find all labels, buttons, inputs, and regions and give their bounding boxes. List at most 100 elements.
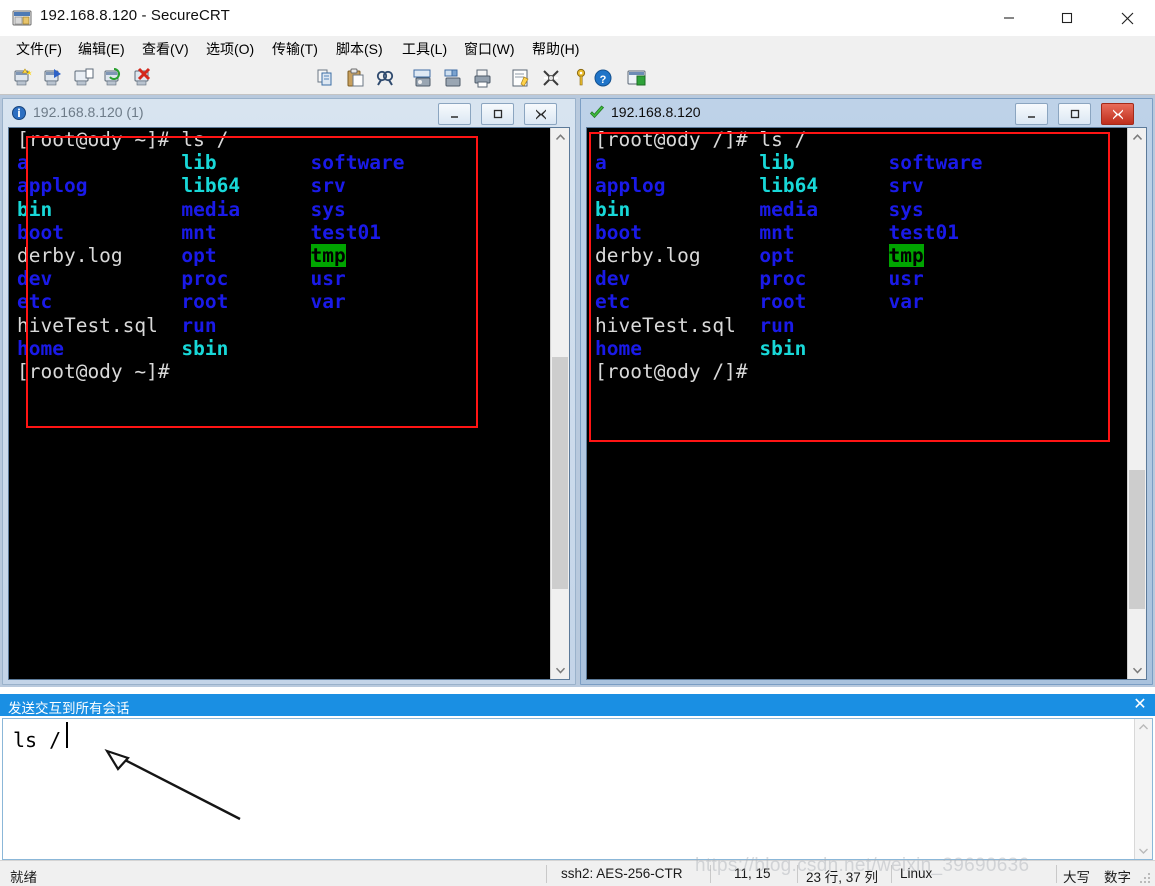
copy-icon[interactable]: [314, 67, 338, 90]
terminal-panel-left[interactable]: 192.168.8.120 (1) [root@ody ~]# ls / a l…: [0, 95, 578, 687]
panel-restore-button-left[interactable]: [481, 103, 514, 125]
panel-minimize-button-left[interactable]: [438, 103, 471, 125]
terminal-token: root: [181, 290, 229, 314]
menu-options[interactable]: 选项(O): [202, 39, 258, 60]
disconnect-icon[interactable]: [132, 67, 156, 90]
clone-session-icon[interactable]: [72, 67, 96, 90]
terminal-line: home sbin: [17, 337, 404, 360]
terminal-token: software: [310, 151, 405, 175]
terminal-scrollbar-right[interactable]: [1127, 128, 1146, 679]
terminal-screen-left[interactable]: [root@ody ~]# ls / a lib software applog l…: [8, 127, 570, 680]
terminal-token: [root@ody ~]# ls /: [17, 128, 229, 151]
log-session-icon[interactable]: [442, 67, 466, 90]
annotation-arrow: [104, 749, 241, 821]
terminal-output-right: [root@ody /]# ls / a lib software applog l…: [595, 128, 982, 383]
desktop-icon[interactable]: [626, 67, 650, 90]
scroll-up-arrow-icon-right[interactable]: [1128, 128, 1146, 146]
terminal-panel-right[interactable]: 192.168.8.120 [root@ody /]# ls / a lib s…: [578, 95, 1155, 687]
terminal-token: usr: [888, 267, 924, 291]
panel-close-button-right[interactable]: [1101, 103, 1134, 125]
terminal-line: [root@ody ~]#: [17, 360, 404, 383]
panel-title-left: 192.168.8.120 (1): [33, 104, 144, 120]
new-session-icon[interactable]: [12, 67, 36, 90]
scroll-down-arrow-icon-right[interactable]: [1128, 661, 1146, 679]
terminal-text-area-left[interactable]: [root@ody ~]# ls / a lib software applog l…: [9, 128, 551, 679]
session-options-icon[interactable]: [510, 67, 534, 90]
window-maximize-button[interactable]: [1044, 0, 1090, 36]
terminal-token: dev: [595, 267, 631, 291]
terminal-token: test01: [888, 220, 959, 244]
resize-grip-icon[interactable]: [1138, 870, 1152, 884]
command-area-scrollbar[interactable]: [1134, 719, 1152, 859]
terminal-token: a: [595, 151, 607, 175]
terminal-token: srv: [888, 174, 924, 198]
terminal-token: bin: [595, 197, 631, 221]
terminal-token: proc: [759, 267, 807, 291]
menu-window[interactable]: 窗口(W): [460, 39, 519, 60]
securecrt-app-icon: [12, 8, 32, 28]
terminal-line: bin media sys: [17, 198, 404, 221]
menu-view[interactable]: 查看(V): [138, 39, 193, 60]
scrollbar-thumb-left[interactable]: [552, 357, 568, 589]
panel-caption-left: 192.168.8.120 (1): [3, 99, 575, 126]
terminal-screen-right[interactable]: [root@ody /]# ls / a lib software applog l…: [586, 127, 1147, 680]
terminal-line: applog lib64 srv: [595, 174, 982, 197]
menu-help[interactable]: 帮助(H): [528, 39, 583, 60]
command-scroll-up-arrow-icon[interactable]: [1135, 719, 1152, 735]
reconnect-icon[interactable]: [102, 67, 126, 90]
key-icon[interactable]: [570, 67, 594, 90]
terminal-scrollbar-left[interactable]: [550, 128, 569, 679]
panel-minimize-button-right[interactable]: [1015, 103, 1048, 125]
print-icon[interactable]: [472, 67, 496, 90]
status-ready: 就绪: [10, 870, 37, 885]
terminal-token: lib64: [759, 174, 819, 198]
terminal-token: boot: [595, 220, 642, 244]
menu-tools[interactable]: 工具(L): [398, 39, 451, 60]
terminal-line: derby.log opt tmp: [17, 244, 404, 268]
terminal-token: software: [888, 151, 983, 175]
terminal-token: [root@ody /]#: [595, 360, 748, 384]
menu-file[interactable]: 文件(F): [12, 39, 66, 60]
terminal-token: applog: [595, 174, 666, 198]
help-icon[interactable]: ?: [592, 67, 616, 90]
terminal-token: sbin: [181, 336, 229, 360]
connect-session-icon[interactable]: [42, 67, 66, 90]
window-minimize-button[interactable]: [986, 0, 1032, 36]
panel-restore-button-right[interactable]: [1058, 103, 1091, 125]
send-to-all-label: 发送交互到所有会话: [8, 701, 130, 716]
terminal-token: usr: [310, 267, 346, 291]
terminal-token: [root@ody ~]#: [17, 360, 170, 384]
scroll-up-arrow-icon-left[interactable]: [551, 128, 569, 146]
print-screen-icon[interactable]: [412, 67, 436, 90]
scroll-down-arrow-icon-left[interactable]: [551, 661, 569, 679]
command-scroll-down-arrow-icon[interactable]: [1135, 843, 1152, 859]
terminal-text-area-right[interactable]: [root@ody /]# ls / a lib software applog l…: [587, 128, 1128, 679]
find-icon[interactable]: [374, 67, 398, 90]
menu-edit[interactable]: 编辑(E): [74, 39, 129, 60]
panel-close-button-left[interactable]: [524, 103, 557, 125]
send-bar-close-icon[interactable]: ✕: [1131, 696, 1149, 714]
command-input-area[interactable]: ls /: [2, 718, 1153, 860]
terminal-token: media: [181, 197, 241, 221]
scrollbar-thumb-right[interactable]: [1129, 470, 1145, 610]
menu-transfer[interactable]: 传输(T): [268, 39, 322, 60]
status-cipher: ssh2: AES-256-CTR: [561, 866, 683, 881]
window-close-button[interactable]: [1104, 0, 1150, 36]
paste-icon[interactable]: [344, 67, 368, 90]
menu-script[interactable]: 脚本(S): [332, 39, 387, 60]
terminal-line: boot mnt test01: [595, 221, 982, 244]
session-manager-icon[interactable]: [540, 67, 564, 90]
status-emulation: Linux: [900, 866, 933, 881]
